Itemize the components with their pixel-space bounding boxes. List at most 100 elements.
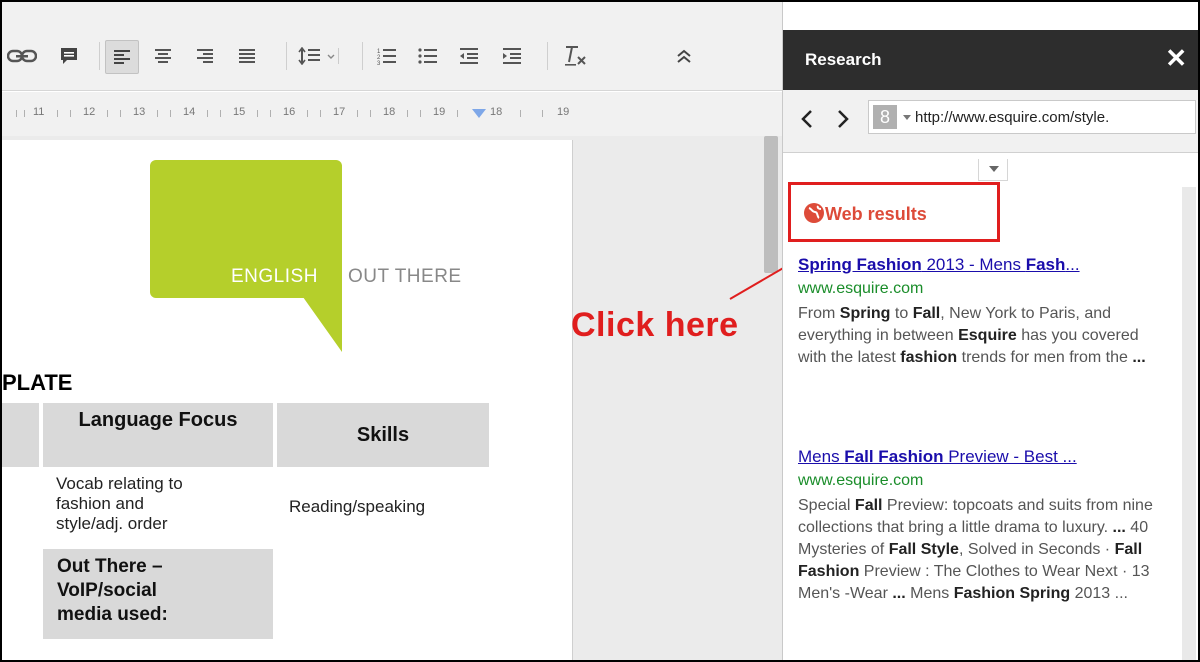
line-spacing-icon[interactable] — [294, 40, 346, 72]
out-there-line: Out There – — [57, 556, 163, 577]
ruler-tick — [542, 110, 543, 117]
ruler-tick — [257, 110, 258, 117]
ruler-tick — [16, 110, 17, 117]
table-header-language-focus: Language Focus — [43, 403, 273, 467]
text-fragment: ... — [1065, 255, 1080, 274]
ruler-tick — [357, 110, 358, 117]
text-fragment: Special — [798, 497, 855, 514]
bold-fragment: Spring Fashion — [798, 255, 922, 274]
ruler-number: 18 — [490, 106, 503, 118]
bold-fragment: Fall — [854, 497, 883, 514]
bold-fragment: Esquire — [958, 327, 1017, 344]
align-right-icon[interactable] — [190, 40, 220, 72]
bold-fragment: ... — [892, 585, 906, 602]
logo-text-out-there: OUT THERE — [348, 266, 462, 287]
table-header-skills: Skills — [277, 403, 489, 467]
research-nav-bar: 8 http://www.esquire.com/style. — [783, 90, 1198, 153]
numbered-list-icon[interactable]: 123 — [372, 40, 402, 72]
text-fragment: Mens — [905, 585, 954, 602]
toolbar-divider — [99, 42, 100, 70]
ruler-number: 11 — [33, 106, 45, 118]
clear-formatting-icon[interactable] — [558, 40, 592, 72]
collapse-toolbar-icon[interactable] — [667, 40, 701, 72]
bold-fragment: Fall Fashion — [844, 447, 944, 466]
ruler-number: 16 — [283, 106, 296, 118]
ruler-tick — [157, 110, 158, 117]
align-justify-icon[interactable] — [232, 40, 262, 72]
search-result: Spring Fashion 2013 - Mens Fash... www.e… — [798, 254, 1168, 369]
document-canvas: ENGLISH OUT THERE PLATE Language Focus S… — [2, 136, 782, 660]
document-scrollbar[interactable] — [764, 136, 778, 273]
ruler-tick — [320, 110, 321, 117]
right-indent-marker[interactable] — [472, 109, 486, 118]
logo-text-english: ENGLISH — [231, 266, 318, 287]
link-icon[interactable] — [2, 40, 42, 72]
language-focus-line: fashion and — [56, 494, 144, 513]
increase-indent-icon[interactable] — [497, 40, 527, 72]
result-title-link[interactable]: Spring Fashion 2013 - Mens Fash... — [798, 254, 1168, 276]
decrease-indent-icon[interactable] — [454, 40, 484, 72]
research-url-field[interactable]: 8 http://www.esquire.com/style. — [868, 100, 1196, 134]
align-center-icon[interactable] — [148, 40, 178, 72]
bulleted-list-icon[interactable] — [413, 40, 443, 72]
ruler-tick — [307, 110, 308, 117]
toolbar-divider — [547, 42, 548, 70]
web-results-label[interactable]: Web results — [825, 204, 927, 225]
formatting-toolbar: 123 — [2, 2, 782, 91]
research-panel: Research ✕ 8 http://www.esquire.com/styl… — [782, 2, 1198, 660]
bold-fragment: Fall — [912, 305, 941, 322]
comment-icon[interactable] — [54, 40, 84, 72]
ruler-tick — [57, 110, 58, 117]
ruler-number: 17 — [333, 106, 346, 118]
align-left-icon[interactable] — [105, 40, 139, 74]
svg-text:3: 3 — [377, 61, 381, 65]
close-icon[interactable]: ✕ — [1165, 43, 1187, 74]
out-there-cell: Out There – VoIP/social media used: — [43, 549, 273, 639]
ruler-number: 19 — [557, 106, 570, 118]
research-url-text: http://www.esquire.com/style. — [915, 109, 1110, 126]
ruler-tick — [24, 110, 25, 117]
forward-arrow-icon[interactable] — [833, 108, 853, 130]
ruler-tick — [170, 110, 171, 117]
research-title: Research — [805, 50, 882, 69]
result-url: www.esquire.com — [798, 280, 924, 297]
bold-fragment: Fashion Spring — [953, 585, 1071, 602]
ruler-number: 12 — [83, 106, 96, 118]
results-dropdown-toggle[interactable] — [978, 159, 1008, 181]
ruler-tick — [107, 110, 108, 117]
ruler-number: 14 — [183, 106, 196, 118]
bold-fragment: ... — [1112, 519, 1126, 536]
ruler-number: 18 — [383, 106, 396, 118]
text-fragment: Mens — [798, 447, 845, 466]
ruler-tick — [407, 110, 408, 117]
skills-value: Reading/speaking — [289, 497, 426, 516]
click-here-callout: Click here — [571, 306, 739, 344]
document-page[interactable]: ENGLISH OUT THERE PLATE Language Focus S… — [2, 140, 573, 660]
logo-speech-tail — [298, 290, 342, 352]
text-fragment: From — [798, 305, 840, 322]
ruler-tick — [70, 110, 71, 117]
document-ruler[interactable]: 11 12 13 14 15 16 17 18 19 18 19 — [2, 92, 782, 136]
language-focus-line: style/adj. order — [56, 514, 168, 533]
text-fragment: trends for men from the — [957, 349, 1133, 366]
chevron-down-icon[interactable] — [903, 115, 911, 120]
globe-icon[interactable] — [803, 202, 825, 229]
search-result: Mens Fall Fashion Preview - Best ... www… — [798, 446, 1168, 605]
text-fragment: 2013 ... — [1070, 585, 1128, 602]
research-scrollbar[interactable] — [1182, 187, 1196, 660]
toolbar-divider — [286, 42, 287, 70]
text-fragment: Preview - Best ... — [943, 447, 1077, 466]
ruler-tick — [207, 110, 208, 117]
google-search-icon[interactable]: 8 — [873, 105, 897, 129]
toolbar-divider — [362, 42, 363, 70]
document-heading: PLATE — [2, 370, 73, 395]
bold-fragment: ... — [1132, 349, 1146, 366]
result-title-link[interactable]: Mens Fall Fashion Preview - Best ... — [798, 446, 1168, 468]
result-snippet: Special Fall Preview: topcoats and suits… — [798, 495, 1168, 605]
ruler-tick — [270, 110, 271, 117]
language-focus-line: Vocab relating to — [56, 474, 183, 493]
ruler-tick — [220, 110, 221, 117]
ruler-tick — [457, 110, 458, 117]
result-snippet: From Spring to Fall, New York to Paris, … — [798, 303, 1168, 369]
back-arrow-icon[interactable] — [797, 108, 817, 130]
